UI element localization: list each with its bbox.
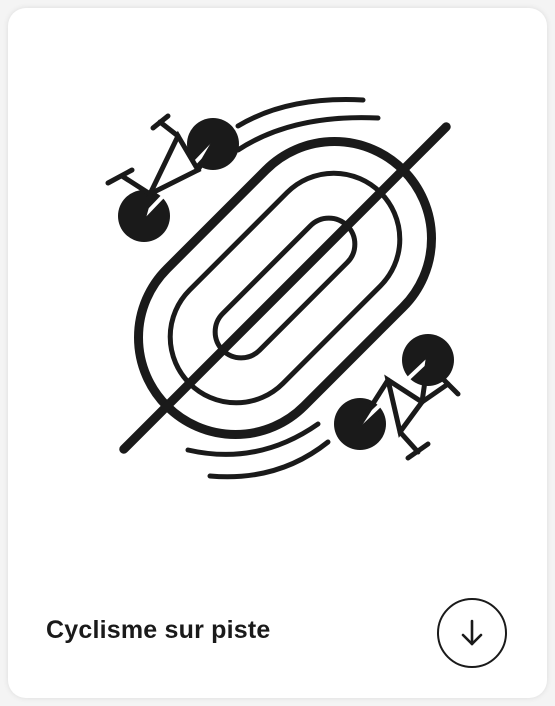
track-cycling-pictogram-icon xyxy=(105,97,461,480)
card-footer: Cyclisme sur piste xyxy=(8,558,547,698)
track-axis-line xyxy=(119,122,451,454)
sport-card: Cyclisme sur piste xyxy=(8,8,547,698)
download-arrow-icon xyxy=(461,619,483,646)
card-title: Cyclisme sur piste xyxy=(46,616,271,644)
bicycle-top-left xyxy=(105,113,239,242)
download-button[interactable] xyxy=(437,598,507,668)
